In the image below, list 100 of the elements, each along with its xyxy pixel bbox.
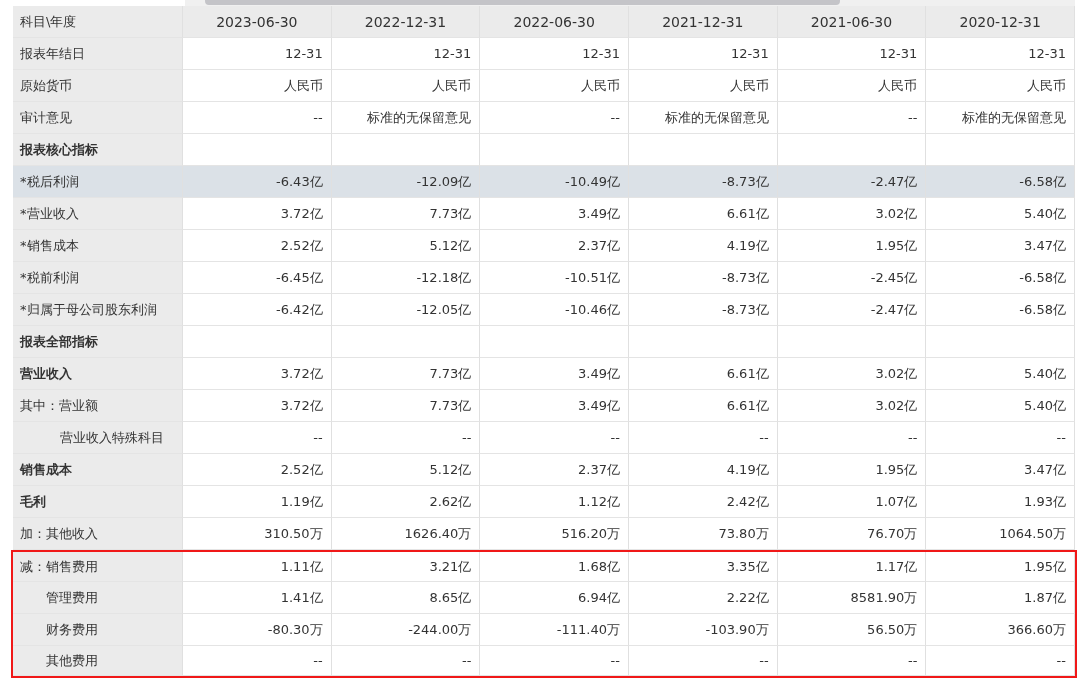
table-cell: 12-31 — [480, 38, 629, 70]
table-cell: 366.60万 — [926, 614, 1075, 646]
table-cell: 12-31 — [777, 38, 927, 70]
table-cell: -12.05亿 — [331, 294, 481, 326]
table-cell: 5.12亿 — [331, 454, 481, 486]
table-cell: 3.02亿 — [777, 390, 927, 422]
table-cell: 3.72亿 — [183, 198, 332, 230]
row-label: *归属于母公司股东利润 — [13, 294, 183, 326]
column-header: 2021-12-31 — [629, 6, 778, 38]
table-cell: -- — [777, 102, 927, 134]
table-cell: 6.94亿 — [480, 582, 629, 614]
row-label: 销售成本 — [13, 454, 183, 486]
table-cell: -- — [480, 102, 629, 134]
table-cell: 1064.50万 — [926, 518, 1075, 550]
table-cell: -- — [480, 646, 629, 676]
table-cell: 310.50万 — [183, 518, 332, 550]
table-cell: -- — [183, 102, 332, 134]
table-cell: 76.70万 — [777, 518, 927, 550]
table-cell: 4.19亿 — [629, 230, 778, 262]
table-cell: 8581.90万 — [777, 582, 927, 614]
table-cell: -8.73亿 — [629, 294, 778, 326]
row-label: 报表核心指标 — [13, 134, 183, 166]
row-label: 报表全部指标 — [13, 326, 183, 358]
table-cell: 1.17亿 — [777, 552, 927, 582]
table-cell: -10.49亿 — [480, 166, 629, 198]
table-cell: -10.51亿 — [480, 262, 629, 294]
table-cell: 3.47亿 — [926, 230, 1075, 262]
table-cell: 3.49亿 — [480, 358, 629, 390]
table-cell: -12.09亿 — [331, 166, 481, 198]
table-cell: 1.95亿 — [777, 454, 927, 486]
table-header: 科目\年度 — [13, 6, 183, 38]
row-label: 报表年结日 — [13, 38, 183, 70]
table-cell: 人民币 — [331, 70, 481, 102]
table-cell: -6.58亿 — [926, 166, 1075, 198]
table-cell: 1.87亿 — [926, 582, 1075, 614]
table-cell: -103.90万 — [629, 614, 778, 646]
row-label: 其他费用 — [13, 646, 183, 676]
table-cell: 标准的无保留意见 — [629, 102, 778, 134]
table-cell: -- — [926, 646, 1075, 676]
table-cell: 标准的无保留意见 — [331, 102, 481, 134]
table-cell: 2.62亿 — [331, 486, 481, 518]
row-label: *税前利润 — [13, 262, 183, 294]
table-cell: 人民币 — [777, 70, 927, 102]
column-header: 2020-12-31 — [926, 6, 1075, 38]
table-cell: 1.95亿 — [777, 230, 927, 262]
table-cell: -6.58亿 — [926, 262, 1075, 294]
table-cell: 3.72亿 — [183, 358, 332, 390]
table-cell: 2.52亿 — [183, 454, 332, 486]
row-label: 毛利 — [13, 486, 183, 518]
table-cell: 2.22亿 — [629, 582, 778, 614]
table-cell: 56.50万 — [777, 614, 927, 646]
table-cell: 1.68亿 — [480, 552, 629, 582]
table-cell: 3.35亿 — [629, 552, 778, 582]
table-cell: -6.42亿 — [183, 294, 332, 326]
column-header: 2023-06-30 — [183, 6, 332, 38]
table-cell: 1.07亿 — [777, 486, 927, 518]
table-cell: -2.45亿 — [777, 262, 927, 294]
table-cell: 1.41亿 — [183, 582, 332, 614]
table-cell: 1.11亿 — [183, 552, 332, 582]
table-cell: 人民币 — [183, 70, 332, 102]
table-cell: 5.40亿 — [926, 198, 1075, 230]
table-cell: -6.45亿 — [183, 262, 332, 294]
table-cell: 人民币 — [629, 70, 778, 102]
table-cell: 6.61亿 — [629, 198, 778, 230]
scrollbar-drawing[interactable] — [185, 0, 1075, 6]
table-cell: 1.95亿 — [926, 552, 1075, 582]
table-cell: -- — [629, 646, 778, 676]
row-label: 加：其他收入 — [13, 518, 183, 550]
table-cell: -80.30万 — [183, 614, 332, 646]
row-label: 审计意见 — [13, 102, 183, 134]
row-label: 其中：营业额 — [13, 390, 183, 422]
table-cell: 12-31 — [331, 38, 481, 70]
table-cell: 2.37亿 — [480, 230, 629, 262]
table-cell: 人民币 — [926, 70, 1075, 102]
table-cell: -- — [331, 646, 481, 676]
table-cell: 3.21亿 — [331, 552, 481, 582]
row-label: 财务费用 — [13, 614, 183, 646]
table-cell: 12-31 — [926, 38, 1075, 70]
table-cell: 2.42亿 — [629, 486, 778, 518]
column-header: 2022-12-31 — [331, 6, 481, 38]
table-cell: -244.00万 — [331, 614, 481, 646]
table-cell: 7.73亿 — [331, 358, 481, 390]
table-cell: 5.40亿 — [926, 390, 1075, 422]
table-cell: -8.73亿 — [629, 262, 778, 294]
table-cell: 3.72亿 — [183, 390, 332, 422]
table-cell: 516.20万 — [480, 518, 629, 550]
table-cell: 3.02亿 — [777, 198, 927, 230]
table-cell: -12.18亿 — [331, 262, 481, 294]
row-label: 减：销售费用 — [13, 552, 183, 582]
table-cell: -6.58亿 — [926, 294, 1075, 326]
table-cell: 6.61亿 — [629, 390, 778, 422]
column-header: 2021-06-30 — [777, 6, 927, 38]
row-label: *税后利润 — [13, 166, 183, 198]
table-cell: -- — [926, 422, 1075, 454]
table-cell: 5.40亿 — [926, 358, 1075, 390]
column-header: 2022-06-30 — [480, 6, 629, 38]
table-cell: 1626.40万 — [331, 518, 481, 550]
table-cell: 5.12亿 — [331, 230, 481, 262]
table-cell: 7.73亿 — [331, 198, 481, 230]
row-label: 营业收入特殊科目 — [13, 422, 183, 454]
